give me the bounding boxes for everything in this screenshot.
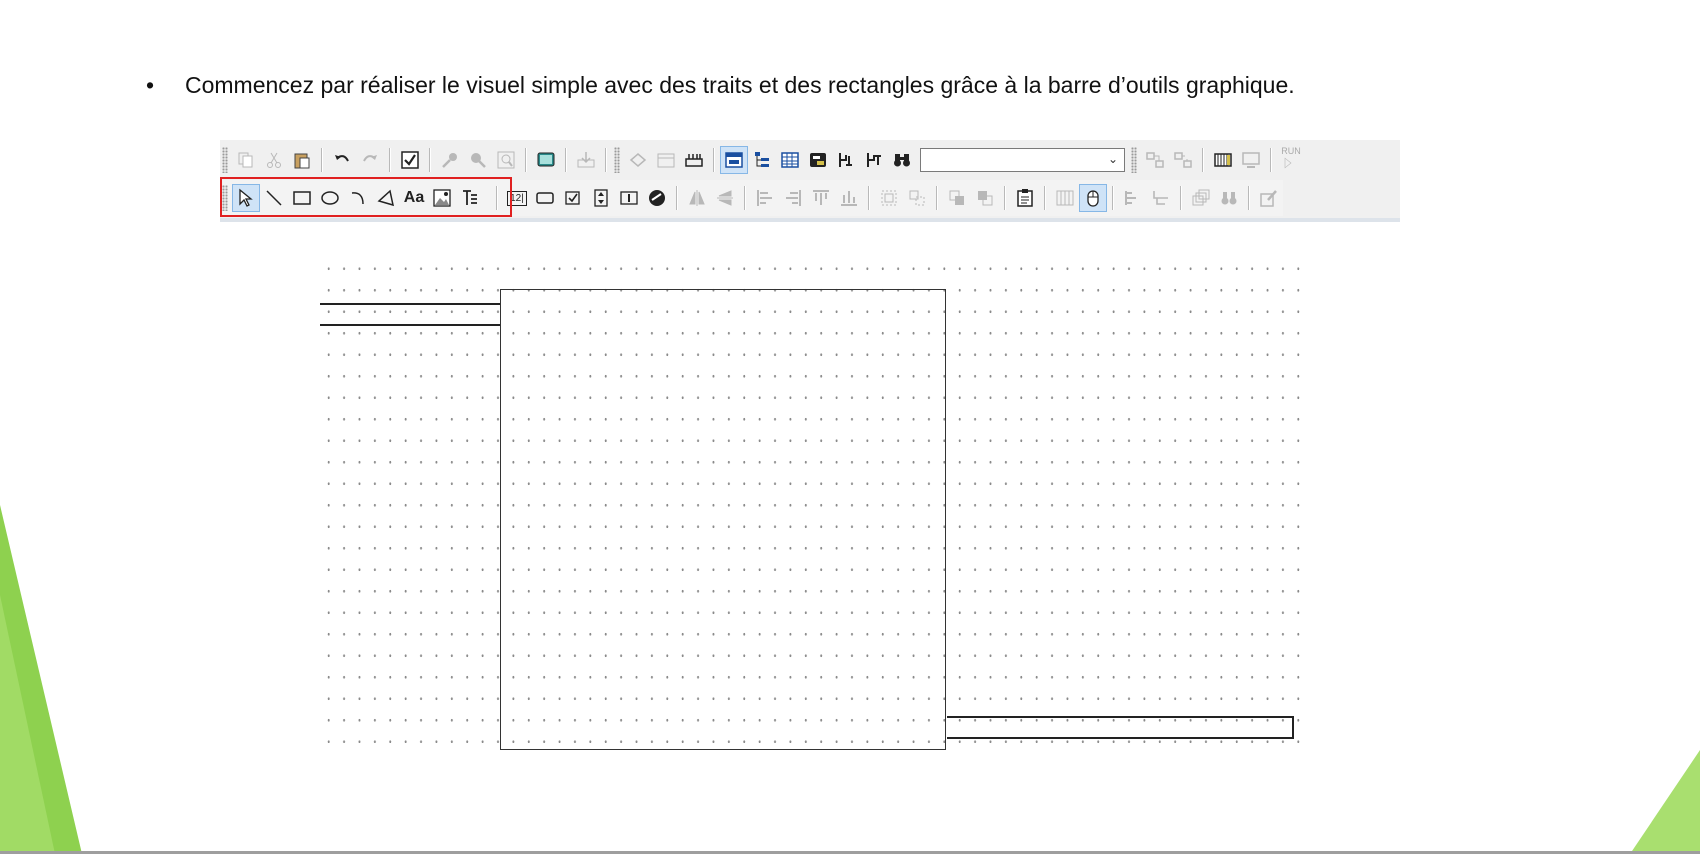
send-back-icon[interactable] [971, 184, 999, 212]
align-left-icon[interactable] [751, 184, 779, 212]
toolbar-separator [525, 148, 527, 172]
drawn-line-bottom-top[interactable] [947, 716, 1294, 718]
button-tool-icon[interactable] [531, 184, 559, 212]
toolbar-separator [713, 148, 715, 172]
disconnect-icon[interactable] [1169, 146, 1197, 174]
toolbar-separator [605, 148, 607, 172]
spin-tool-icon[interactable] [587, 184, 615, 212]
key-icon[interactable] [436, 146, 464, 174]
space-vertical-icon[interactable] [1119, 184, 1147, 212]
toolbar-separator [565, 148, 567, 172]
drawn-line-bottom[interactable] [947, 737, 1294, 739]
flip-vertical-icon[interactable] [683, 184, 711, 212]
run-icon[interactable]: RUN [1277, 146, 1305, 174]
chevron-down-icon[interactable]: ⌄ [1108, 152, 1118, 166]
search-objects-icon[interactable] [1215, 184, 1243, 212]
toolbar-grip[interactable] [614, 147, 620, 173]
find-icon[interactable] [464, 146, 492, 174]
edit-object-icon[interactable] [1255, 184, 1283, 212]
drawn-line-top[interactable] [320, 303, 501, 305]
toolbar-separator [1270, 148, 1272, 172]
variable-in-icon[interactable] [832, 146, 860, 174]
drawn-line-second[interactable] [320, 324, 501, 326]
toolbar-grip[interactable] [222, 147, 228, 173]
toolbar-separator [936, 186, 938, 210]
align-bottom-icon[interactable] [835, 184, 863, 212]
database-icon[interactable] [804, 146, 832, 174]
drawn-rectangle[interactable] [500, 289, 946, 750]
object-selector-dropdown[interactable]: ⌄ [920, 148, 1125, 172]
toolbar-separator [744, 186, 746, 210]
toolbar-separator [676, 186, 678, 210]
redo-icon[interactable] [356, 146, 384, 174]
undo-icon[interactable] [328, 146, 356, 174]
computer-icon[interactable] [1237, 146, 1265, 174]
toolbar-separator [1180, 186, 1182, 210]
toolbar-separator [321, 148, 323, 172]
screen-icon[interactable] [532, 146, 560, 174]
mouse-icon[interactable] [1079, 184, 1107, 212]
calendar-icon[interactable] [652, 146, 680, 174]
toolbar-separator [389, 148, 391, 172]
toolbar-separator [1202, 148, 1204, 172]
toolbar-separator [1248, 186, 1250, 210]
ungroup-icon[interactable] [903, 184, 931, 212]
ruler-icon[interactable] [680, 146, 708, 174]
cut-icon[interactable] [260, 146, 288, 174]
toolbar-separator [429, 148, 431, 172]
check-icon[interactable] [396, 146, 424, 174]
layers-icon[interactable] [1187, 184, 1215, 212]
space-horizontal-icon[interactable] [1147, 184, 1175, 212]
flip-horizontal-icon[interactable] [711, 184, 739, 212]
toolbar-separator [1112, 186, 1114, 210]
tree-icon[interactable] [748, 146, 776, 174]
slider-tool-icon[interactable] [615, 184, 643, 212]
toolbar-grip[interactable] [1131, 147, 1137, 173]
align-top-icon[interactable] [807, 184, 835, 212]
toolbar-bottom-edge [220, 218, 1400, 222]
toolbar-separator [1044, 186, 1046, 210]
table-icon[interactable] [776, 146, 804, 174]
toolbar-separator [868, 186, 870, 210]
monitor-icon[interactable] [1209, 146, 1237, 174]
bullet-marker: • [146, 72, 155, 98]
align-right-icon[interactable] [779, 184, 807, 212]
columns-icon[interactable] [1051, 184, 1079, 212]
bring-front-icon[interactable] [943, 184, 971, 212]
print-icon[interactable] [624, 146, 652, 174]
checkbox-tool-icon[interactable] [559, 184, 587, 212]
variable-out-icon[interactable] [860, 146, 888, 174]
run-label: RUN [1281, 146, 1301, 156]
group-icon[interactable] [875, 184, 903, 212]
window-icon[interactable] [720, 146, 748, 174]
gauge-tool-icon[interactable] [643, 184, 671, 212]
properties-icon[interactable] [1011, 184, 1039, 212]
decorative-green-triangle-left [0, 505, 82, 854]
decorative-green-triangle-right [1630, 750, 1700, 854]
instruction-text: Commencez par réaliser le visuel simple … [185, 72, 1295, 98]
zoom-icon[interactable] [492, 146, 520, 174]
toolbar-row-standard: ⌄ RUN [220, 142, 1305, 178]
connect-icon[interactable] [1141, 146, 1169, 174]
binoculars-icon[interactable] [888, 146, 916, 174]
toolbar-separator [1004, 186, 1006, 210]
copy-icon[interactable] [232, 146, 260, 174]
drawn-line-end-cap[interactable] [1292, 716, 1294, 738]
export-icon[interactable] [572, 146, 600, 174]
drawing-tools-highlight [220, 177, 512, 217]
paste-icon[interactable] [288, 146, 316, 174]
